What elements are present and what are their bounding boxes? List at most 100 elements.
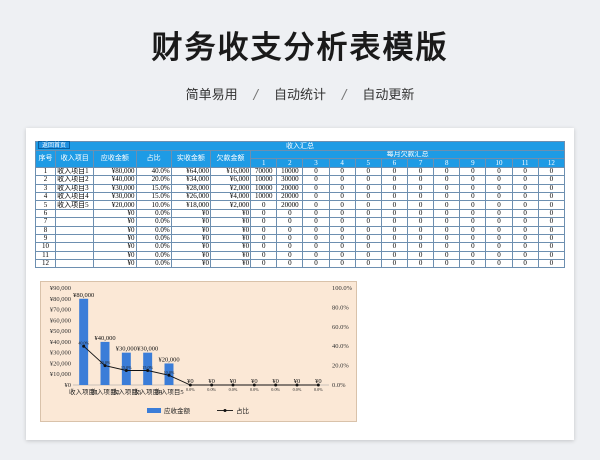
month-owed-cell[interactable]: 0 — [485, 183, 513, 193]
month-owed-cell[interactable]: 0 — [380, 191, 409, 202]
owed-amount-cell[interactable]: ¥6,000 — [209, 175, 252, 185]
ratio-cell[interactable]: 0.0% — [135, 217, 172, 227]
received-amount-cell[interactable]: ¥64,000 — [170, 166, 211, 177]
month-owed-cell[interactable]: 0 — [433, 200, 461, 210]
owed-amount-cell[interactable]: ¥0 — [209, 217, 252, 227]
month-owed-cell[interactable]: 0 — [511, 200, 539, 210]
month-owed-cell[interactable]: 0 — [406, 191, 435, 202]
month-owed-cell[interactable]: 0 — [406, 208, 435, 219]
month-owed-cell[interactable]: 0 — [485, 208, 513, 219]
month-owed-cell[interactable]: 0 — [380, 217, 409, 227]
due-amount-cell[interactable]: ¥30,000 — [93, 191, 137, 202]
income-item-cell[interactable] — [55, 233, 95, 244]
month-owed-cell[interactable]: 20000 — [276, 191, 304, 202]
month-owed-cell[interactable]: 0 — [433, 259, 461, 269]
income-item-cell[interactable]: 收入项目2 — [55, 175, 95, 185]
month-owed-cell[interactable]: 0 — [459, 183, 487, 193]
income-item-cell[interactable] — [55, 217, 95, 227]
month-owed-cell[interactable]: 0 — [511, 233, 539, 244]
month-owed-cell[interactable]: 0 — [276, 225, 304, 235]
due-amount-cell[interactable]: ¥40,000 — [93, 175, 137, 185]
received-amount-cell[interactable]: ¥34,000 — [170, 175, 211, 185]
month-owed-cell[interactable]: 0 — [354, 208, 382, 219]
income-item-cell[interactable] — [55, 208, 95, 219]
month-owed-cell[interactable]: 0 — [328, 242, 356, 252]
month-owed-cell[interactable]: 0 — [276, 233, 304, 244]
row-number-cell[interactable]: 5 — [34, 200, 57, 210]
month-owed-cell[interactable]: 0 — [406, 183, 435, 193]
ratio-cell[interactable]: 40.0% — [135, 166, 172, 177]
row-number-cell[interactable]: 10 — [34, 242, 57, 252]
month-owed-cell[interactable]: 0 — [433, 208, 461, 219]
due-amount-cell[interactable]: ¥0 — [93, 259, 137, 269]
month-owed-cell[interactable]: 0 — [485, 242, 513, 252]
month-owed-cell[interactable]: 0 — [354, 259, 382, 269]
due-amount-cell[interactable]: ¥30,000 — [93, 183, 137, 193]
owed-amount-cell[interactable]: ¥16,000 — [209, 166, 252, 177]
month-owed-cell[interactable]: 0 — [511, 225, 539, 235]
month-owed-cell[interactable]: 0 — [354, 175, 382, 185]
month-owed-cell[interactable]: 0 — [380, 242, 409, 252]
month-owed-cell[interactable]: 0 — [328, 191, 356, 202]
month-owed-cell[interactable]: 0 — [433, 225, 461, 235]
row-number-cell[interactable]: 9 — [34, 233, 57, 244]
received-amount-cell[interactable]: ¥0 — [170, 259, 211, 269]
month-owed-cell[interactable]: 0 — [302, 175, 330, 185]
ratio-cell[interactable]: 0.0% — [135, 250, 172, 261]
month-owed-cell[interactable]: 0 — [537, 259, 566, 269]
month-owed-cell[interactable]: 0 — [250, 250, 278, 261]
month-owed-cell[interactable]: 10000 — [250, 191, 278, 202]
ratio-cell[interactable]: 0.0% — [135, 259, 172, 269]
income-item-cell[interactable] — [55, 225, 95, 235]
month-owed-cell[interactable]: 0 — [537, 183, 566, 193]
due-amount-cell[interactable]: ¥0 — [93, 250, 137, 261]
month-owed-cell[interactable]: 0 — [276, 217, 304, 227]
ratio-cell[interactable]: 20.0% — [135, 175, 172, 185]
month-owed-cell[interactable]: 0 — [380, 208, 409, 219]
month-owed-cell[interactable]: 0 — [537, 200, 566, 210]
row-number-cell[interactable]: 8 — [34, 225, 57, 235]
month-owed-cell[interactable]: 0 — [328, 259, 356, 269]
month-owed-cell[interactable]: 0 — [354, 217, 382, 227]
month-owed-cell[interactable]: 10000 — [250, 183, 278, 193]
ratio-cell[interactable]: 10.0% — [135, 200, 172, 210]
income-item-cell[interactable] — [55, 250, 95, 261]
income-item-cell[interactable]: 收入项目4 — [55, 191, 95, 202]
month-owed-cell[interactable]: 0 — [485, 200, 513, 210]
month-owed-cell[interactable]: 0 — [511, 191, 539, 202]
month-owed-cell[interactable]: 0 — [459, 166, 487, 177]
month-owed-cell[interactable]: 0 — [406, 250, 435, 261]
income-item-cell[interactable] — [55, 259, 95, 269]
row-number-cell[interactable]: 4 — [34, 191, 57, 202]
month-owed-cell[interactable]: 0 — [380, 166, 409, 177]
month-owed-cell[interactable]: 0 — [485, 166, 513, 177]
received-amount-cell[interactable]: ¥0 — [170, 242, 211, 252]
month-owed-cell[interactable]: 0 — [302, 259, 330, 269]
month-owed-cell[interactable]: 0 — [354, 250, 382, 261]
month-owed-cell[interactable]: 0 — [485, 233, 513, 244]
received-amount-cell[interactable]: ¥0 — [170, 208, 211, 219]
month-owed-cell[interactable]: 0 — [406, 217, 435, 227]
month-owed-cell[interactable]: 0 — [354, 166, 382, 177]
month-owed-cell[interactable]: 0 — [433, 242, 461, 252]
month-owed-cell[interactable]: 0 — [433, 166, 461, 177]
month-owed-cell[interactable]: 0 — [302, 191, 330, 202]
due-amount-cell[interactable]: ¥0 — [93, 233, 137, 244]
month-owed-cell[interactable]: 0 — [328, 208, 356, 219]
owed-amount-cell[interactable]: ¥0 — [209, 242, 252, 252]
month-owed-cell[interactable]: 0 — [459, 259, 487, 269]
month-owed-cell[interactable]: 0 — [250, 217, 278, 227]
month-owed-cell[interactable]: 0 — [511, 208, 539, 219]
month-owed-cell[interactable]: 0 — [459, 242, 487, 252]
month-owed-cell[interactable]: 0 — [328, 183, 356, 193]
month-owed-cell[interactable]: 0 — [459, 200, 487, 210]
month-owed-cell[interactable]: 0 — [380, 233, 409, 244]
ratio-cell[interactable]: 15.0% — [135, 183, 172, 193]
month-owed-cell[interactable]: 0 — [537, 208, 566, 219]
month-owed-cell[interactable]: 0 — [276, 250, 304, 261]
month-owed-cell[interactable]: 0 — [406, 200, 435, 210]
month-owed-cell[interactable]: 0 — [511, 175, 539, 185]
month-owed-cell[interactable]: 0 — [511, 242, 539, 252]
month-owed-cell[interactable]: 0 — [380, 175, 409, 185]
month-owed-cell[interactable]: 0 — [250, 242, 278, 252]
